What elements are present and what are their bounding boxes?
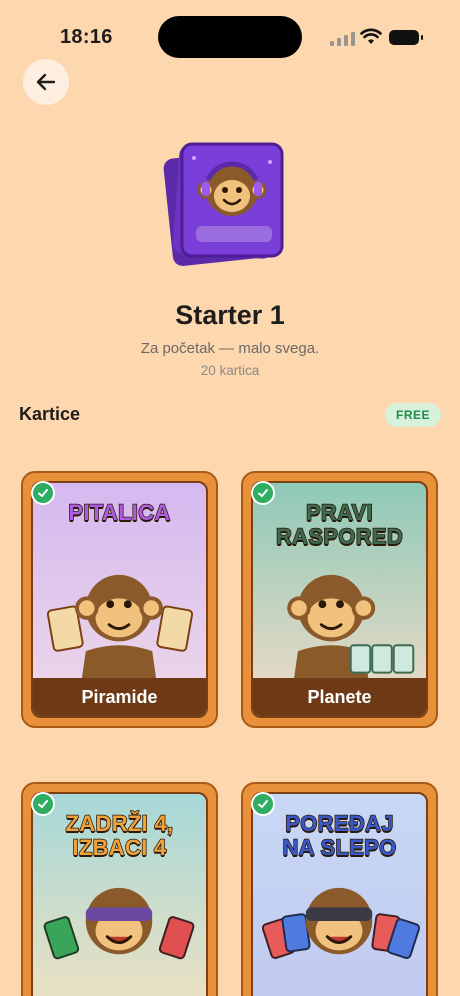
deck-title: Starter 1 [175,300,285,330]
check-circle-icon [251,792,275,816]
card-art-frame: PRAVI RASPORED Planete [251,481,428,718]
wifi-icon [360,28,382,44]
arrow-left-icon [36,73,56,91]
card-title: POREĐAJ NA SLEPO [282,811,397,861]
card-item[interactable]: POREĐAJ NA SLEPO [241,782,438,996]
deck-cover-image [163,142,284,266]
deck-subtitle: Za početak — malo svega. [140,340,320,357]
card-item[interactable]: ZADRŽI 4, IZBACI 4 [21,782,218,996]
status-bar: 18:16 [0,0,460,64]
status-time: 18:16 [60,26,113,48]
check-circle-icon [31,481,55,505]
card-footer-label: Piramide [33,678,206,716]
battery-icon [389,30,423,45]
card-title: PITALICA [68,500,171,526]
check-circle-icon [251,481,275,505]
check-circle-icon [31,792,55,816]
signal-icon [330,32,355,46]
card-title: PRAVI RASPORED [275,500,404,550]
back-button[interactable] [23,59,69,105]
section-title: Kartice [19,404,81,424]
free-badge: FREE [385,403,441,427]
card-footer-label: Planete [253,678,426,716]
card-item[interactable]: PITALICA Piramide [21,471,218,728]
card-item[interactable]: PRAVI RASPORED Planete [241,471,438,728]
card-title: ZADRŽI 4, IZBACI 4 [65,811,174,861]
card-art-frame: ZADRŽI 4, IZBACI 4 [31,792,208,996]
card-art-frame: POREĐAJ NA SLEPO [251,792,428,996]
card-art-frame: PITALICA Piramide [31,481,208,718]
deck-card-count: 20 kartica [200,363,260,378]
dynamic-island [158,16,302,58]
